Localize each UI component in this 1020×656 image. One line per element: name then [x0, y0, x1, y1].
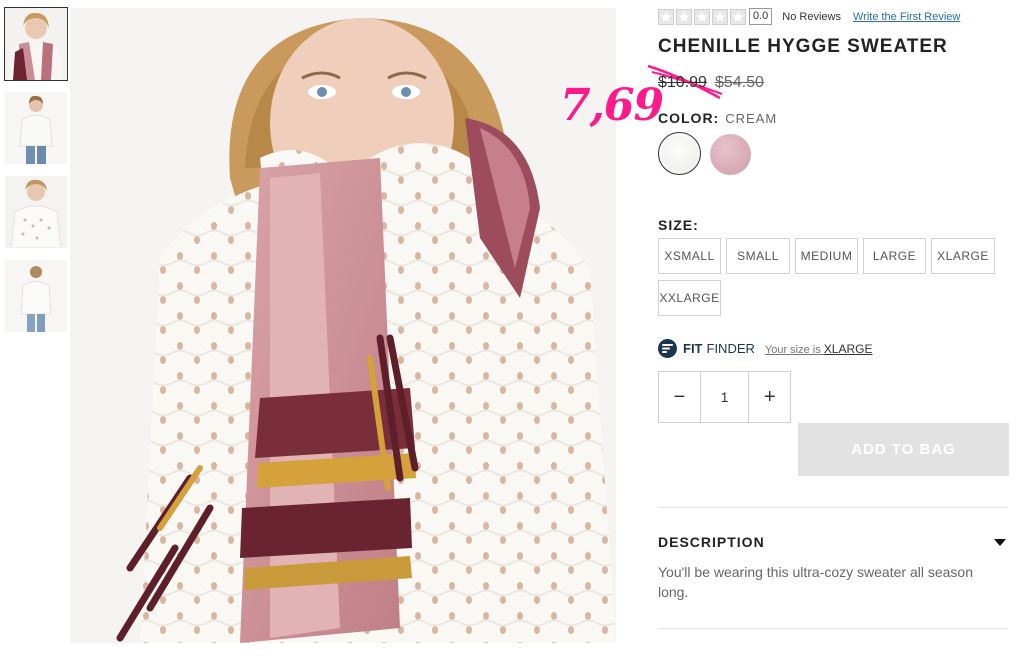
thumbnail-4[interactable]	[5, 260, 67, 332]
fit-finder: FIT FINDER Your size is XLARGE	[658, 339, 872, 358]
color-label: COLOR:	[658, 110, 720, 126]
swatch-pink[interactable]	[710, 134, 751, 175]
add-to-bag-button[interactable]: ADD TO BAG	[798, 423, 1009, 476]
product-title: CHENILLE HYGGE SWEATER	[658, 36, 948, 57]
size-xlarge[interactable]: XLARGE	[931, 238, 995, 274]
star-rating	[658, 8, 748, 25]
divider	[658, 628, 1008, 629]
rating-value: 0.0	[749, 8, 773, 25]
size-xsmall[interactable]: XSMALL	[658, 238, 721, 274]
fit-finder-size-link[interactable]: Your size is XLARGE	[765, 342, 873, 356]
caret-down-icon[interactable]	[994, 539, 1006, 546]
fit-finder-size: XLARGE	[823, 341, 873, 356]
star-icon	[730, 8, 746, 25]
size-large[interactable]: LARGE	[863, 238, 926, 274]
color-selected-value: CREAM	[725, 111, 778, 126]
rating-row: 0.0 No Reviews Write the First Review	[658, 8, 960, 25]
thumbnail-3[interactable]	[5, 176, 67, 248]
description-title: DESCRIPTION	[658, 534, 765, 550]
quantity-increase-button[interactable]: +	[749, 372, 790, 422]
size-xxlarge[interactable]: XXLARGE	[658, 280, 721, 316]
divider	[658, 507, 1008, 508]
price-row: $10.99 $54.50	[658, 74, 764, 92]
sale-price: $10.99	[658, 74, 707, 91]
star-icon	[676, 8, 692, 25]
reviews-count: No Reviews	[782, 10, 841, 23]
overlay-price: 7,69	[560, 80, 664, 131]
write-review-link[interactable]: Write the First Review	[853, 11, 960, 23]
color-swatches	[658, 132, 760, 175]
original-price: $54.50	[714, 74, 764, 91]
star-icon	[658, 8, 674, 25]
main-product-image	[70, 8, 616, 643]
fit-finder-prompt: Your size is	[764, 343, 821, 356]
thumbnail-strip	[4, 7, 68, 344]
fit-finder-finder: FINDER	[706, 341, 755, 356]
swatch-cream[interactable]	[658, 132, 701, 175]
quantity-value[interactable]: 1	[699, 372, 750, 422]
size-small[interactable]: SMALL	[726, 238, 790, 274]
quantity-stepper: − 1 +	[658, 371, 791, 423]
thumbnail-1[interactable]	[4, 7, 68, 81]
fit-finder-fit: FIT	[683, 341, 703, 356]
size-medium[interactable]: MEDIUM	[795, 238, 858, 274]
star-icon	[694, 8, 710, 25]
color-row: COLOR: CREAM	[658, 110, 777, 128]
star-icon	[712, 8, 728, 25]
quantity-decrease-button[interactable]: −	[659, 372, 700, 422]
fit-finder-icon	[658, 339, 677, 358]
thumbnail-2[interactable]	[5, 92, 67, 164]
description-text: You'll be wearing this ultra-cozy sweate…	[658, 564, 973, 600]
size-label: SIZE:	[658, 217, 699, 233]
